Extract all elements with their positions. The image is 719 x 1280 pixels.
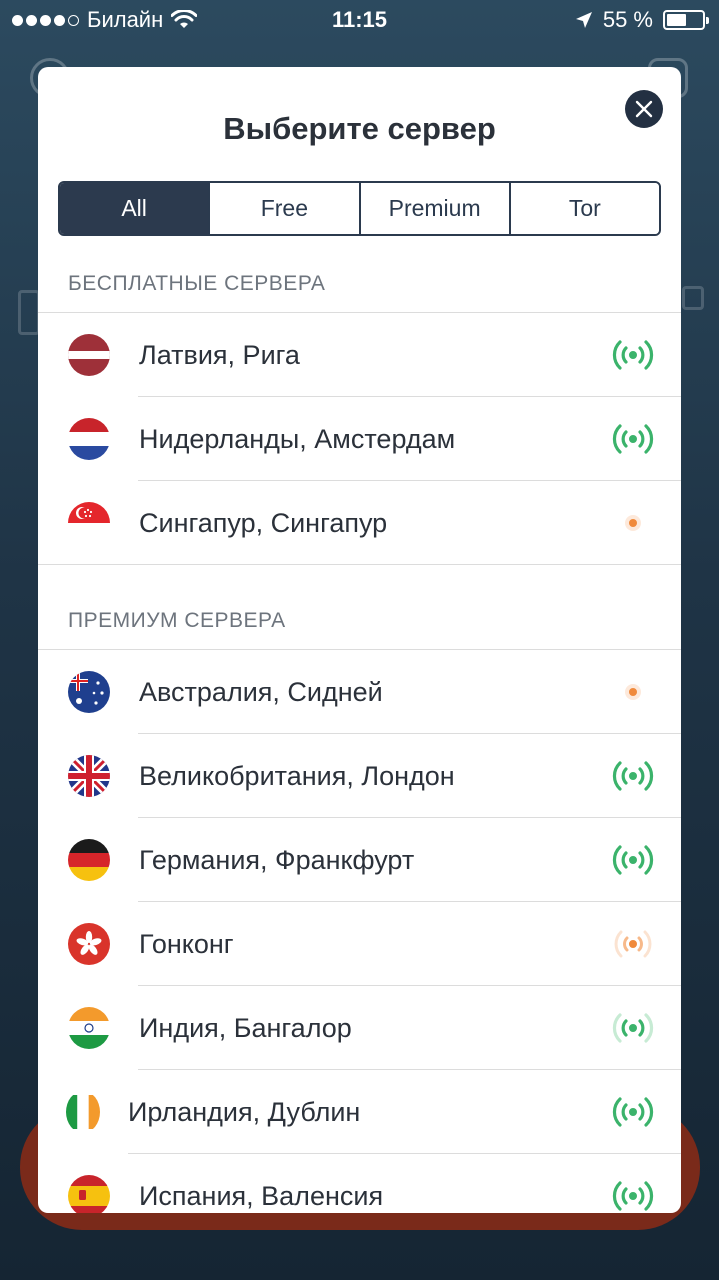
- spain-flag-icon: [68, 1175, 110, 1213]
- battery-percent: 55 %: [602, 7, 653, 32]
- signal-medium-good-icon: [612, 1013, 654, 1043]
- signal-good-icon: [612, 424, 654, 454]
- background-map-shape-right: [682, 286, 704, 310]
- server-label: Великобритания, Лондон: [139, 760, 455, 791]
- close-button[interactable]: [625, 90, 663, 128]
- battery-icon: [663, 10, 709, 30]
- server-picker-modal: Выберите сервер All Free Premium Tor БЕС…: [38, 67, 681, 1213]
- modal-title: Выберите сервер: [223, 111, 496, 146]
- close-icon: [635, 100, 653, 118]
- server-label: Латвия, Рига: [139, 339, 300, 370]
- server-label: Нидерланды, Амстердам: [139, 423, 456, 454]
- free-servers-header: БЕСПЛАТНЫЕ СЕРВЕРА: [38, 247, 681, 313]
- server-label: Сингапур, Сингапур: [139, 507, 388, 538]
- premium-servers-header: ПРЕМИУМ СЕРВЕРА: [38, 584, 681, 650]
- singapore-flag-icon: [68, 502, 110, 544]
- server-label: Германия, Франкфурт: [139, 844, 415, 875]
- ireland-flag-icon: [66, 1095, 100, 1129]
- signal-good-icon: [612, 1097, 654, 1127]
- signal-good-icon: [612, 1181, 654, 1211]
- server-label: Индия, Бангалор: [139, 1012, 352, 1043]
- signal-good-icon: [612, 845, 654, 875]
- server-label: Ирландия, Дублин: [128, 1096, 361, 1127]
- tab-tor[interactable]: Tor: [510, 183, 659, 234]
- tab-free[interactable]: Free: [210, 183, 361, 234]
- server-row-netherlands[interactable]: Нидерланды, Амстердам: [38, 397, 681, 481]
- server-row-ireland[interactable]: Ирландия, Дублин: [38, 1070, 681, 1154]
- server-row-hongkong[interactable]: Гонконг: [38, 902, 681, 986]
- server-filter-tabs: All Free Premium Tor: [58, 181, 661, 236]
- status-right: 55 %: [575, 7, 709, 33]
- signal-good-icon: [612, 340, 654, 370]
- uk-flag-icon: [68, 755, 110, 797]
- status-bar: Билайн 11:15 55 %: [0, 0, 719, 40]
- germany-flag-icon: [68, 839, 110, 881]
- signal-weak-icon: [625, 684, 641, 700]
- latvia-flag-icon: [68, 334, 110, 376]
- tab-premium[interactable]: Premium: [360, 183, 511, 234]
- server-row-germany[interactable]: Германия, Франкфурт: [38, 818, 681, 902]
- signal-medium-icon: [614, 930, 652, 958]
- signal-weak-icon: [625, 515, 641, 531]
- server-label: Испания, Валенсия: [139, 1180, 384, 1211]
- signal-good-icon: [612, 761, 654, 791]
- india-flag-icon: [68, 1007, 110, 1049]
- server-row-india[interactable]: Индия, Бангалор: [38, 986, 681, 1070]
- location-arrow-icon: [575, 12, 592, 28]
- background-map-shape: [18, 290, 40, 335]
- tab-all[interactable]: All: [60, 183, 211, 234]
- server-row-australia[interactable]: Австралия, Сидней: [38, 650, 681, 734]
- server-label: Гонконг: [139, 928, 234, 959]
- server-row-latvia[interactable]: Латвия, Рига: [38, 313, 681, 397]
- server-row-singapore[interactable]: Сингапур, Сингапур: [38, 481, 681, 565]
- server-row-spain[interactable]: Испания, Валенсия: [38, 1154, 681, 1213]
- server-row-uk[interactable]: Великобритания, Лондон: [38, 734, 681, 818]
- section-gap: [38, 565, 681, 584]
- netherlands-flag-icon: [68, 418, 110, 460]
- australia-flag-icon: [68, 671, 110, 713]
- hongkong-flag-icon: [68, 923, 110, 965]
- server-label: Австралия, Сидней: [139, 676, 383, 707]
- battery-fill: [667, 14, 686, 26]
